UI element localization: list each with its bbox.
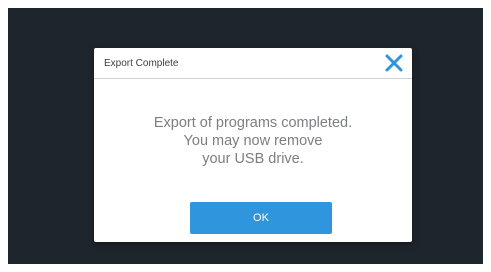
close-icon	[385, 54, 403, 72]
message-line: You may now remove	[183, 133, 323, 149]
screen-background: Export Complete Export of programs compl…	[8, 8, 483, 264]
dialog-header: Export Complete	[94, 48, 412, 79]
dialog-title: Export Complete	[104, 58, 179, 69]
message-line: your USB drive.	[202, 151, 304, 167]
message-line: Export of programs completed.	[153, 115, 353, 131]
export-complete-dialog: Export Complete Export of programs compl…	[94, 48, 412, 242]
close-button[interactable]	[382, 51, 406, 75]
dialog-message: Export of programs completed. You may no…	[94, 114, 412, 168]
ok-button[interactable]: OK	[190, 202, 332, 234]
